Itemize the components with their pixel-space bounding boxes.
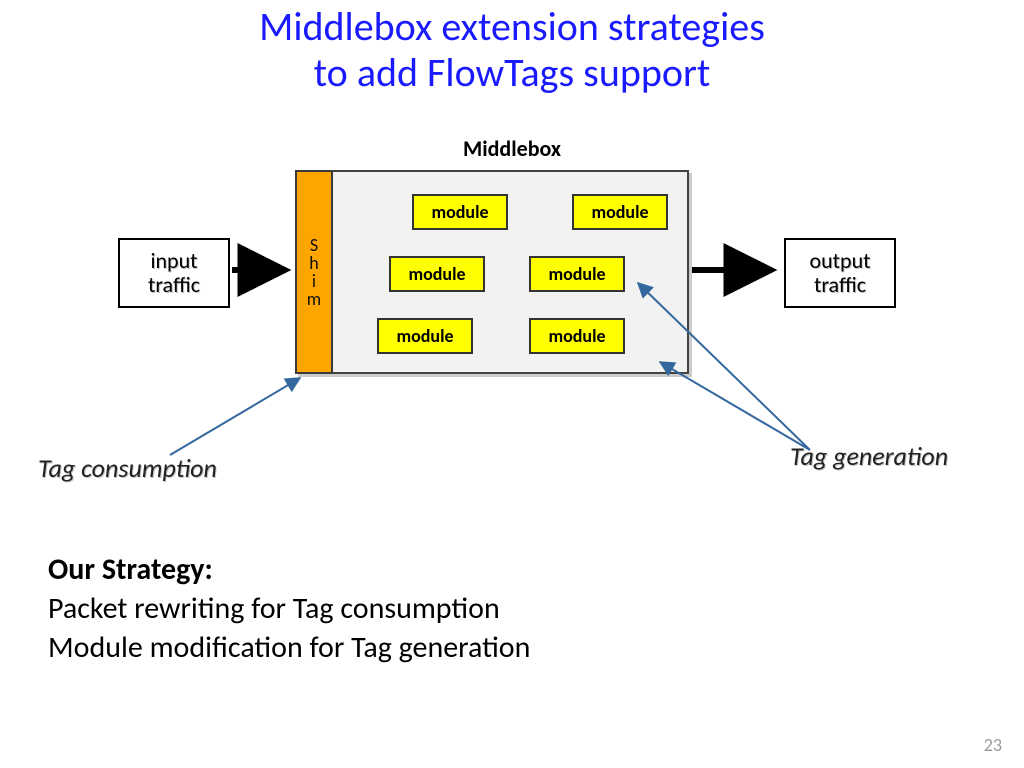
tag-generation-label: Tag generation (790, 440, 948, 472)
input-traffic-box: input traffic (118, 238, 230, 308)
strategy-block: Our Strategy: Packet rewriting for Tag c… (48, 550, 530, 667)
module-box: module (412, 194, 508, 230)
title-line-2: to add FlowTags support (314, 48, 711, 97)
tag-consumption-label: Tag consumption (38, 452, 217, 484)
strategy-line-2: Module modification for Tag generation (48, 628, 530, 667)
module-box: module (529, 256, 625, 292)
strategy-heading: Our Strategy: (48, 550, 530, 589)
page-number: 23 (984, 734, 1002, 756)
title-line-1: Middlebox extension strategies (259, 2, 765, 51)
middlebox-frame: S h i m module module module module modu… (295, 170, 689, 374)
shim-letter: m (307, 290, 321, 308)
diagram-caption: Middlebox (0, 135, 1024, 162)
strategy-line-1: Packet rewriting for Tag consumption (48, 589, 530, 628)
shim-bar: S h i m (295, 170, 333, 374)
slide-title: Middlebox extension strategies to add Fl… (0, 4, 1024, 96)
output-traffic-box: output traffic (784, 238, 896, 308)
module-box: module (377, 318, 473, 354)
input-traffic-label: input traffic (148, 249, 200, 297)
module-box: module (389, 256, 485, 292)
slide: Middlebox extension strategies to add Fl… (0, 0, 1024, 768)
output-traffic-label: output traffic (809, 249, 870, 297)
module-box: module (572, 194, 668, 230)
module-box: module (529, 318, 625, 354)
